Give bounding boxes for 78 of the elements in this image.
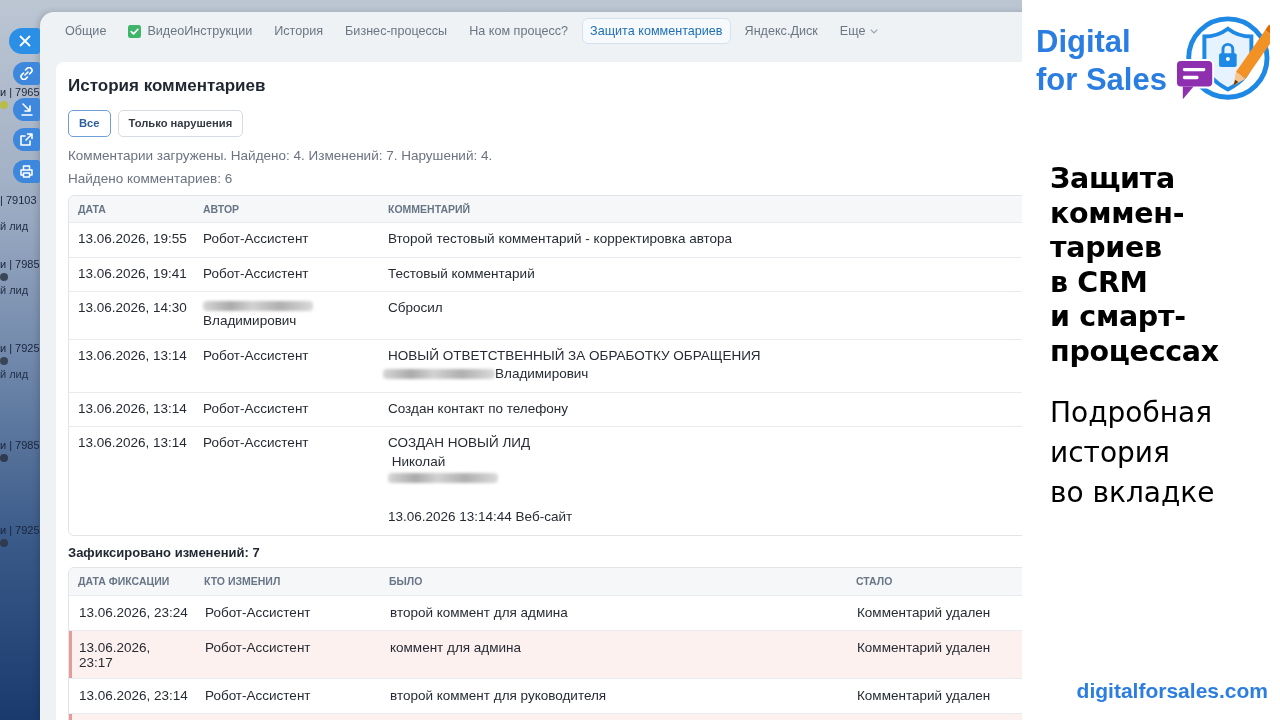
- table-cell-text: 13.06.2026, 23:24: [78, 603, 189, 622]
- table-cell-text: Комментарий удален: [856, 603, 992, 622]
- cell-text: Владимирович: [495, 365, 589, 383]
- tab[interactable]: Защита комментариев: [582, 18, 731, 44]
- table-cell-text: Робот-Ассистент: [202, 434, 310, 452]
- background-text: й лид: [0, 368, 29, 380]
- background-text: и | 7965: [0, 86, 40, 98]
- tab[interactable]: Еще: [831, 18, 887, 44]
- background-text: и | 7985: [0, 258, 40, 270]
- table-cell-text: Робот-Ассистент: [204, 603, 312, 622]
- background-text: й лид: [0, 220, 29, 232]
- background-text: и | 7985: [0, 439, 40, 451]
- close-button[interactable]: [9, 28, 40, 54]
- website-url: digitalforsales.com: [1076, 678, 1269, 704]
- table-cell-text: Робот-Ассистент: [202, 230, 310, 248]
- cell-text: НОВЫЙ ОТВЕТСТВЕННЫЙ ЗА ОБРАБОТКУ ОБРАЩЕНИЯ: [388, 346, 761, 365]
- table-cell-text: Создан контакт по телефону: [387, 399, 569, 418]
- table-cell-text: второй коммент для админа: [389, 603, 569, 622]
- filter-button[interactable]: Все: [68, 110, 111, 137]
- brand-name: Digital for Sales: [1036, 23, 1167, 99]
- link-icon: [20, 67, 33, 80]
- table-cell-text: Комментарий удален: [856, 686, 992, 705]
- chevron-down-icon: [870, 28, 879, 34]
- tab[interactable]: ВидеоИнструкции: [120, 18, 261, 44]
- table-cell-text: 13.06.2026, 13:14: [77, 346, 188, 365]
- headline: Защита коммен- тариев в CRM и смарт- процессах: [1050, 162, 1220, 369]
- table-cell-text: Комментарий удален: [856, 638, 992, 657]
- tab[interactable]: Яндекс.Диск: [736, 18, 826, 44]
- column-header: ДАТА ФИКСАЦИИ: [77, 575, 171, 587]
- table-cell-text: 13.06.2026, 23:17: [78, 638, 152, 672]
- table-cell-text: 13.06.2026, 19:41: [77, 264, 188, 283]
- subtitle: Подробная история во вкладке: [1050, 395, 1216, 511]
- column-header: АВТОР: [202, 203, 241, 215]
- background-text: и | 7925: [0, 342, 40, 354]
- section-title: История комментариев: [68, 75, 267, 97]
- table-cell-text: Робот-Ассистент: [204, 686, 312, 705]
- column-header: КОММЕНТАРИЙ: [387, 203, 472, 215]
- section-title: Зафиксировано изменений: 7: [68, 543, 261, 562]
- table-cell-text: 13.06.2026, 13:14: [77, 399, 188, 418]
- filter-button[interactable]: Только нарушения: [117, 110, 244, 137]
- table-cell-text: Сбросил: [387, 299, 444, 317]
- tab[interactable]: Общие: [57, 18, 115, 44]
- table-cell-text: 13.06.2026, 14:30: [77, 299, 188, 317]
- background-text: и | 7925: [0, 524, 40, 536]
- table-cell-text: Второй тестовый комментарий - корректировка автора: [387, 230, 734, 248]
- background-text: | 79103: [0, 194, 37, 206]
- download-button[interactable]: [13, 98, 40, 121]
- tab[interactable]: История: [266, 18, 332, 44]
- column-header: СТАЛО: [855, 575, 894, 587]
- cell-text: 13.06.2026 13:14:44 Веб-сайт: [388, 508, 573, 526]
- column-header: БЫЛО: [388, 575, 424, 587]
- table-cell-text: Робот-Ассистент: [202, 346, 310, 365]
- table-cell-text: второй коммент для руководителя: [389, 686, 608, 705]
- table-cell-text: 13.06.2026, 19:55: [77, 230, 188, 248]
- background-text: й лид: [0, 284, 29, 296]
- table-cell-text: Робот-Ассистент: [202, 399, 310, 418]
- tab[interactable]: На ком процесс?: [461, 18, 577, 44]
- table-cell-text: 13.06.2026, 23:14: [78, 686, 189, 705]
- arrow-icon: [20, 103, 33, 116]
- column-header: ДАТА: [77, 203, 107, 215]
- external-link-icon: [20, 133, 33, 146]
- open-external-button[interactable]: [13, 128, 40, 151]
- cell-text: Владимирович: [203, 312, 297, 330]
- table-cell-text: Робот-Ассистент: [202, 264, 310, 283]
- table-cell-text: 13.06.2026, 13:14: [77, 434, 188, 452]
- cell-text: Николай: [390, 452, 446, 471]
- table-cell-text: Тестовый комментарий: [387, 264, 536, 283]
- status-text: Комментарии загружены. Найдено: 4. Изменений: 7. Нарушений: 4.: [68, 147, 494, 165]
- close-icon: [18, 35, 31, 47]
- link-button[interactable]: [13, 62, 40, 85]
- cell-text: СОЗДАН НОВЫЙ ЛИД: [388, 434, 531, 452]
- table-cell-text: Робот-Ассистент: [204, 638, 312, 657]
- column-header: КТО ИЗМЕНИЛ: [203, 575, 282, 587]
- table-cell-text: коммент для админа: [389, 638, 522, 657]
- count-text: Найдено комментариев: 6: [68, 170, 234, 188]
- print-button[interactable]: [13, 160, 40, 183]
- printer-icon: [20, 165, 33, 178]
- tab[interactable]: Бизнес-процессы: [337, 18, 456, 44]
